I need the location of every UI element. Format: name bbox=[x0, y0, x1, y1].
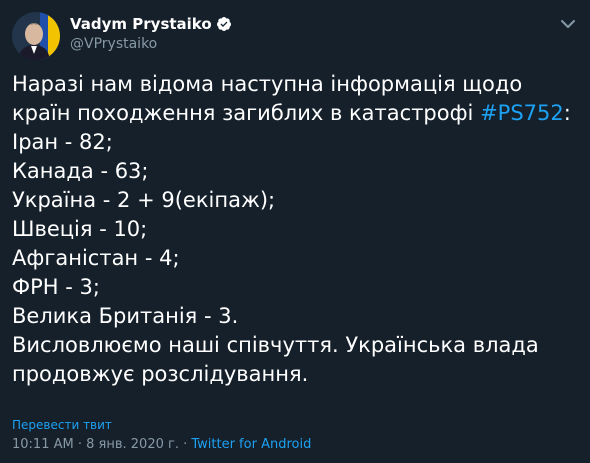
tweet-line-iran: Іран - 82; bbox=[12, 130, 113, 154]
author-display-name[interactable]: Vadym Prystaiko bbox=[70, 15, 212, 33]
tweet-line-germany: ФРН - 3; bbox=[12, 275, 100, 299]
avatar[interactable] bbox=[12, 12, 60, 60]
chevron-down-icon[interactable] bbox=[558, 14, 578, 34]
tweet-meta: 10:11 AM · 8 янв. 2020 г. · Twitter for … bbox=[12, 437, 311, 452]
avatar-image bbox=[12, 12, 60, 60]
tweet-text: Наразі нам відома наступна інформація що… bbox=[12, 70, 578, 389]
tweet-intro-end: : bbox=[563, 101, 571, 125]
verified-badge-icon bbox=[216, 16, 232, 32]
tweet-condolences: Висловлюємо наші співчуття. Українська в… bbox=[12, 333, 546, 386]
tweet-intro: Наразі нам відома наступна інформація що… bbox=[12, 72, 529, 125]
meta-separator: · bbox=[73, 437, 87, 452]
author-name-row[interactable]: Vadym Prystaiko bbox=[70, 15, 232, 33]
tweet-line-canada: Канада - 63; bbox=[12, 159, 149, 183]
tweet-time[interactable]: 10:11 AM bbox=[12, 437, 74, 452]
tweet-date[interactable]: 8 янв. 2020 г. bbox=[86, 437, 179, 452]
translate-link[interactable]: Перевести твит bbox=[12, 418, 112, 432]
tweet-line-afghanistan: Афганістан - 4; bbox=[12, 246, 180, 270]
author-handle[interactable]: @VPrystaiko bbox=[70, 36, 157, 52]
tweet-card: Vadym Prystaiko @VPrystaiko Наразі нам в… bbox=[0, 0, 590, 463]
tweet-line-ukraine: Україна - 2 + 9(екіпаж); bbox=[12, 188, 276, 212]
hashtag-link[interactable]: #PS752 bbox=[480, 101, 564, 125]
tweet-line-sweden: Швеція - 10; bbox=[12, 217, 148, 241]
tweet-line-uk: Велика Британія - 3. bbox=[12, 304, 239, 328]
tweet-source-link[interactable]: Twitter for Android bbox=[191, 437, 311, 452]
meta-separator-2: · bbox=[178, 437, 192, 452]
